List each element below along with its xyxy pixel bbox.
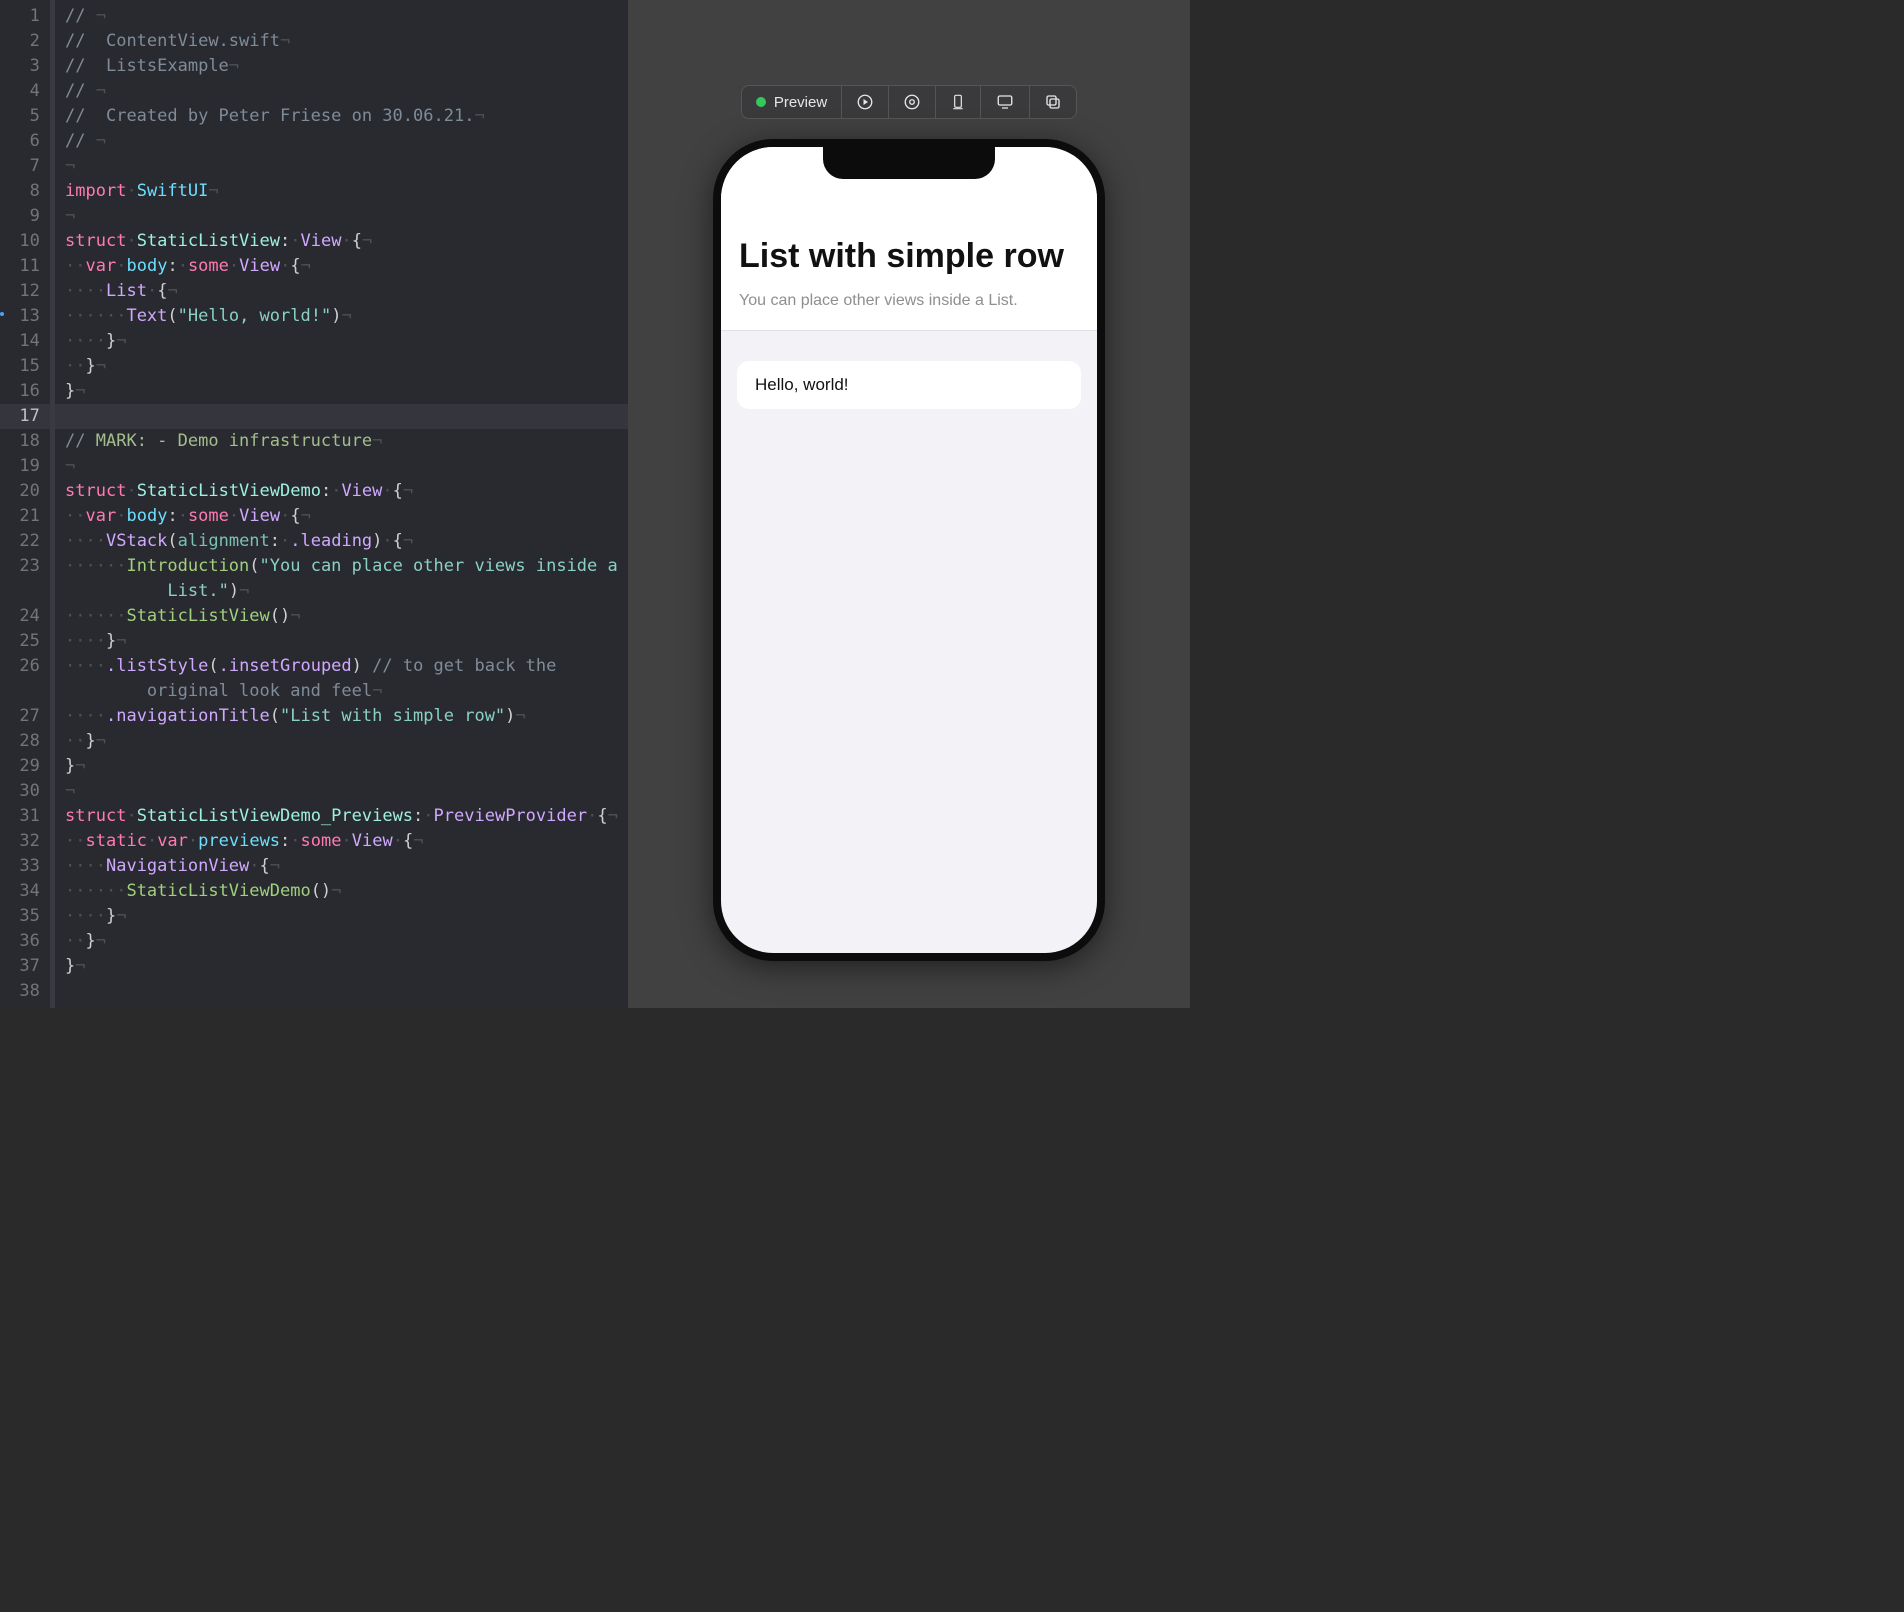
play-icon — [856, 93, 874, 111]
status-dot-icon — [756, 97, 766, 107]
run-button[interactable] — [842, 86, 889, 118]
code-area[interactable]: // ¬ // ContentView.swift¬ // ListsExamp… — [55, 0, 628, 1008]
phone-device: List with simple row You can place other… — [713, 139, 1105, 961]
preview-panel: Preview List with simple row You can pla… — [628, 0, 1190, 1008]
nav-title: List with simple row — [739, 237, 1079, 276]
intro-text: You can place other views inside a List. — [739, 292, 1079, 310]
breakpoint-indicator[interactable] — [0, 312, 4, 316]
code-editor[interactable]: 1234567891011121314151617181920212223242… — [0, 0, 628, 1008]
phone-screen[interactable]: List with simple row You can place other… — [721, 147, 1097, 953]
cell-label: Hello, world! — [755, 375, 849, 394]
notch — [823, 147, 995, 179]
preview-toolbar: Preview — [741, 85, 1077, 119]
line-gutter: 1234567891011121314151617181920212223242… — [0, 0, 50, 1008]
current-line[interactable] — [55, 404, 628, 429]
list-cell[interactable]: Hello, world! — [737, 361, 1081, 409]
device-settings-button[interactable] — [936, 86, 981, 118]
duplicate-icon — [1044, 93, 1062, 111]
inspect-button[interactable] — [889, 86, 936, 118]
duplicate-button[interactable] — [1030, 86, 1076, 118]
display-button[interactable] — [981, 86, 1030, 118]
preview-label: Preview — [774, 94, 827, 111]
preview-button[interactable]: Preview — [742, 86, 842, 118]
inspector-icon — [903, 93, 921, 111]
device-config-icon — [950, 93, 966, 111]
display-icon — [995, 93, 1015, 111]
list: Hello, world! — [721, 331, 1097, 439]
